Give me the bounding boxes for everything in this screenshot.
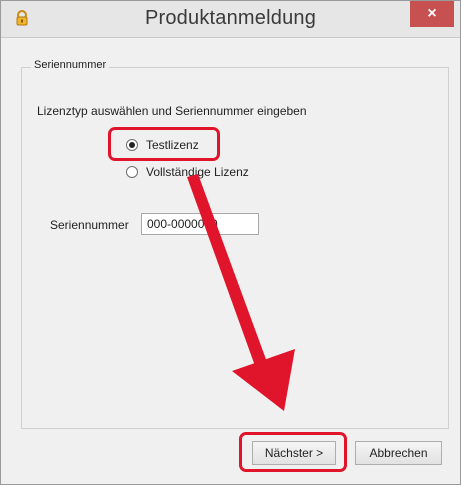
red-arrow-annotation (187, 174, 295, 411)
product-registration-dialog: Produktanmeldung × Seriennummer Lizenzty… (0, 0, 461, 485)
